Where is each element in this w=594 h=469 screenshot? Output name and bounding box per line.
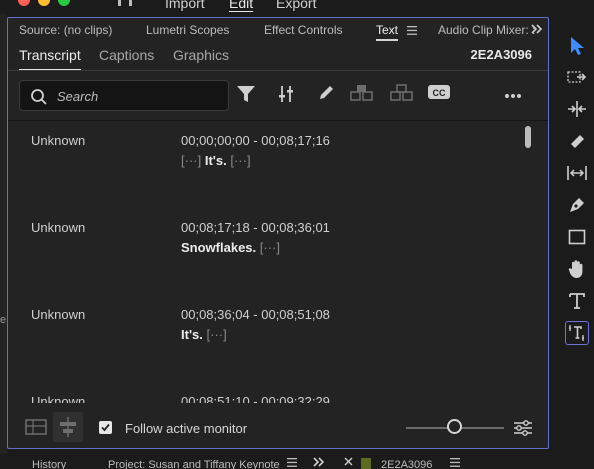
subtab-transcript[interactable]: Transcript: [19, 47, 81, 71]
hamburger-menu-icon[interactable]: [450, 458, 460, 469]
left-panel-text-fragment: e: [0, 314, 7, 326]
transcript-segment[interactable]: Unknown 00;00;00;00 - 00;08;17;16 [···] …: [8, 121, 528, 201]
app-title-bar: Import Edit Export: [0, 0, 594, 14]
segment-timecode: 00;00;00;00 - 00;08;17;16: [181, 133, 330, 148]
segment-text[interactable]: Snowflakes. [···]: [181, 240, 280, 255]
silence-gap: [···]: [230, 153, 251, 168]
speaker-label[interactable]: Unknown: [31, 133, 85, 148]
ripple-edit-icon[interactable]: [565, 97, 589, 121]
segment-words[interactable]: Snowflakes.: [181, 240, 256, 255]
selection-tool-icon[interactable]: [565, 34, 589, 58]
follow-active-monitor-checkbox[interactable]: [99, 421, 112, 434]
mode-export[interactable]: Export: [276, 0, 316, 11]
search-icon: [31, 89, 47, 105]
double-chevron-right-icon[interactable]: [313, 457, 325, 469]
close-icon[interactable]: [344, 457, 353, 469]
settings-sliders-icon[interactable]: [513, 418, 533, 443]
segment-text[interactable]: It's. [···]: [181, 327, 227, 342]
split-segment-icon[interactable]: [390, 84, 414, 107]
subtab-captions[interactable]: Captions: [99, 47, 154, 63]
more-icon[interactable]: [504, 86, 522, 104]
transcript-segment[interactable]: Unknown 00;08;51;10 - 00;09;32;29: [8, 382, 528, 403]
subtab-divider: [8, 70, 548, 71]
silence-gap: [···]: [259, 240, 280, 255]
tab-sequence[interactable]: 2E2A3096: [381, 459, 432, 469]
transcript-list[interactable]: Unknown 00;00;00;00 - 00;08;17;16 [···] …: [8, 121, 548, 403]
scrollbar-thumb[interactable]: [525, 126, 531, 148]
minimize-window-button[interactable]: [38, 0, 50, 6]
speaker-label[interactable]: Unknown: [31, 220, 85, 235]
cc-icon[interactable]: CC: [428, 84, 450, 105]
home-icon[interactable]: [118, 0, 132, 6]
hamburger-menu-icon[interactable]: [287, 458, 297, 469]
tab-audio-clip-mixer[interactable]: Audio Clip Mixer: :: [438, 23, 535, 37]
double-chevron-right-icon[interactable]: [531, 22, 543, 37]
slip-icon[interactable]: [565, 161, 589, 185]
close-window-button[interactable]: [18, 0, 30, 6]
search-field[interactable]: Search: [19, 80, 229, 111]
merge-segments-icon[interactable]: [350, 84, 374, 107]
track-select-forward-icon[interactable]: [565, 65, 589, 89]
sequence-icon[interactable]: [25, 416, 47, 443]
tab-text[interactable]: Text: [376, 23, 399, 41]
speaker-label[interactable]: Unknown: [31, 307, 85, 322]
svg-text:CC: CC: [433, 88, 446, 98]
transcript-footer: Follow active monitor: [8, 408, 548, 448]
adjust-icon[interactable]: [278, 84, 294, 109]
subtab-transcript-label: Transcript: [19, 47, 81, 63]
segment-words[interactable]: It's.: [205, 153, 227, 168]
segment-timecode: 00;08;17;18 - 00;08;36;01: [181, 220, 330, 235]
left-neighbor-panel: e: [0, 14, 7, 454]
tab-text-label: Text: [376, 23, 399, 37]
transcript-tool-icon[interactable]: [565, 321, 589, 345]
mode-import[interactable]: Import: [165, 0, 205, 11]
mode-edit[interactable]: Edit: [229, 0, 253, 11]
checkmark-icon: [101, 423, 110, 432]
pencil-icon[interactable]: [317, 84, 335, 107]
segment-timecode: 00;08;36;04 - 00;08;51;08: [181, 307, 330, 322]
segment-text[interactable]: [···] It's. [···]: [181, 153, 251, 168]
hamburger-menu-icon[interactable]: [407, 24, 417, 38]
zoom-slider-knob[interactable]: [447, 419, 462, 434]
tools-panel: [558, 22, 594, 454]
transcript-segment[interactable]: Unknown 00;08;17;18 - 00;08;36;01 Snowfl…: [8, 208, 528, 288]
panel-tab-bar: Source: (no clips) Lumetri Scopes Effect…: [8, 18, 548, 44]
silence-gap: [···]: [181, 153, 202, 168]
silence-gap: [···]: [206, 327, 227, 342]
hand-icon[interactable]: [565, 257, 589, 281]
align-icon[interactable]: [53, 412, 83, 442]
zoom-window-button[interactable]: [58, 0, 70, 6]
pen-icon[interactable]: [565, 193, 589, 217]
segment-words[interactable]: It's.: [181, 327, 203, 342]
rectangle-icon[interactable]: [565, 225, 589, 249]
tab-source[interactable]: Source: (no clips): [19, 23, 112, 37]
text-panel: Source: (no clips) Lumetri Scopes Effect…: [7, 17, 549, 449]
sequence-color-swatch: [361, 458, 371, 469]
transcript-toolbar: Search CC: [8, 78, 548, 112]
clip-name: 2E2A3096: [470, 47, 532, 62]
tab-history[interactable]: History: [32, 459, 66, 469]
tab-effect-controls[interactable]: Effect Controls: [264, 23, 342, 37]
razor-icon[interactable]: [565, 129, 589, 153]
speaker-label[interactable]: Unknown: [31, 394, 85, 403]
subtab-graphics[interactable]: Graphics: [173, 47, 229, 63]
active-tab-underline: [376, 39, 399, 41]
transcript-subtabs: Transcript Captions Graphics 2E2A3096: [8, 44, 548, 71]
follow-active-monitor-label: Follow active monitor: [125, 421, 248, 436]
tab-project[interactable]: Project: Susan and Tiffany Keynote: [108, 459, 280, 469]
search-placeholder: Search: [57, 89, 99, 104]
segment-timecode: 00;08;51;10 - 00;09;32;29: [181, 394, 330, 403]
filter-icon[interactable]: [236, 84, 256, 109]
transcript-segment[interactable]: Unknown 00;08;36;04 - 00;08;51;08 It's. …: [8, 295, 528, 375]
tab-lumetri-scopes[interactable]: Lumetri Scopes: [146, 23, 229, 37]
bottom-panel-tabs: History Project: Susan and Tiffany Keyno…: [0, 454, 594, 469]
type-icon[interactable]: [565, 289, 589, 313]
